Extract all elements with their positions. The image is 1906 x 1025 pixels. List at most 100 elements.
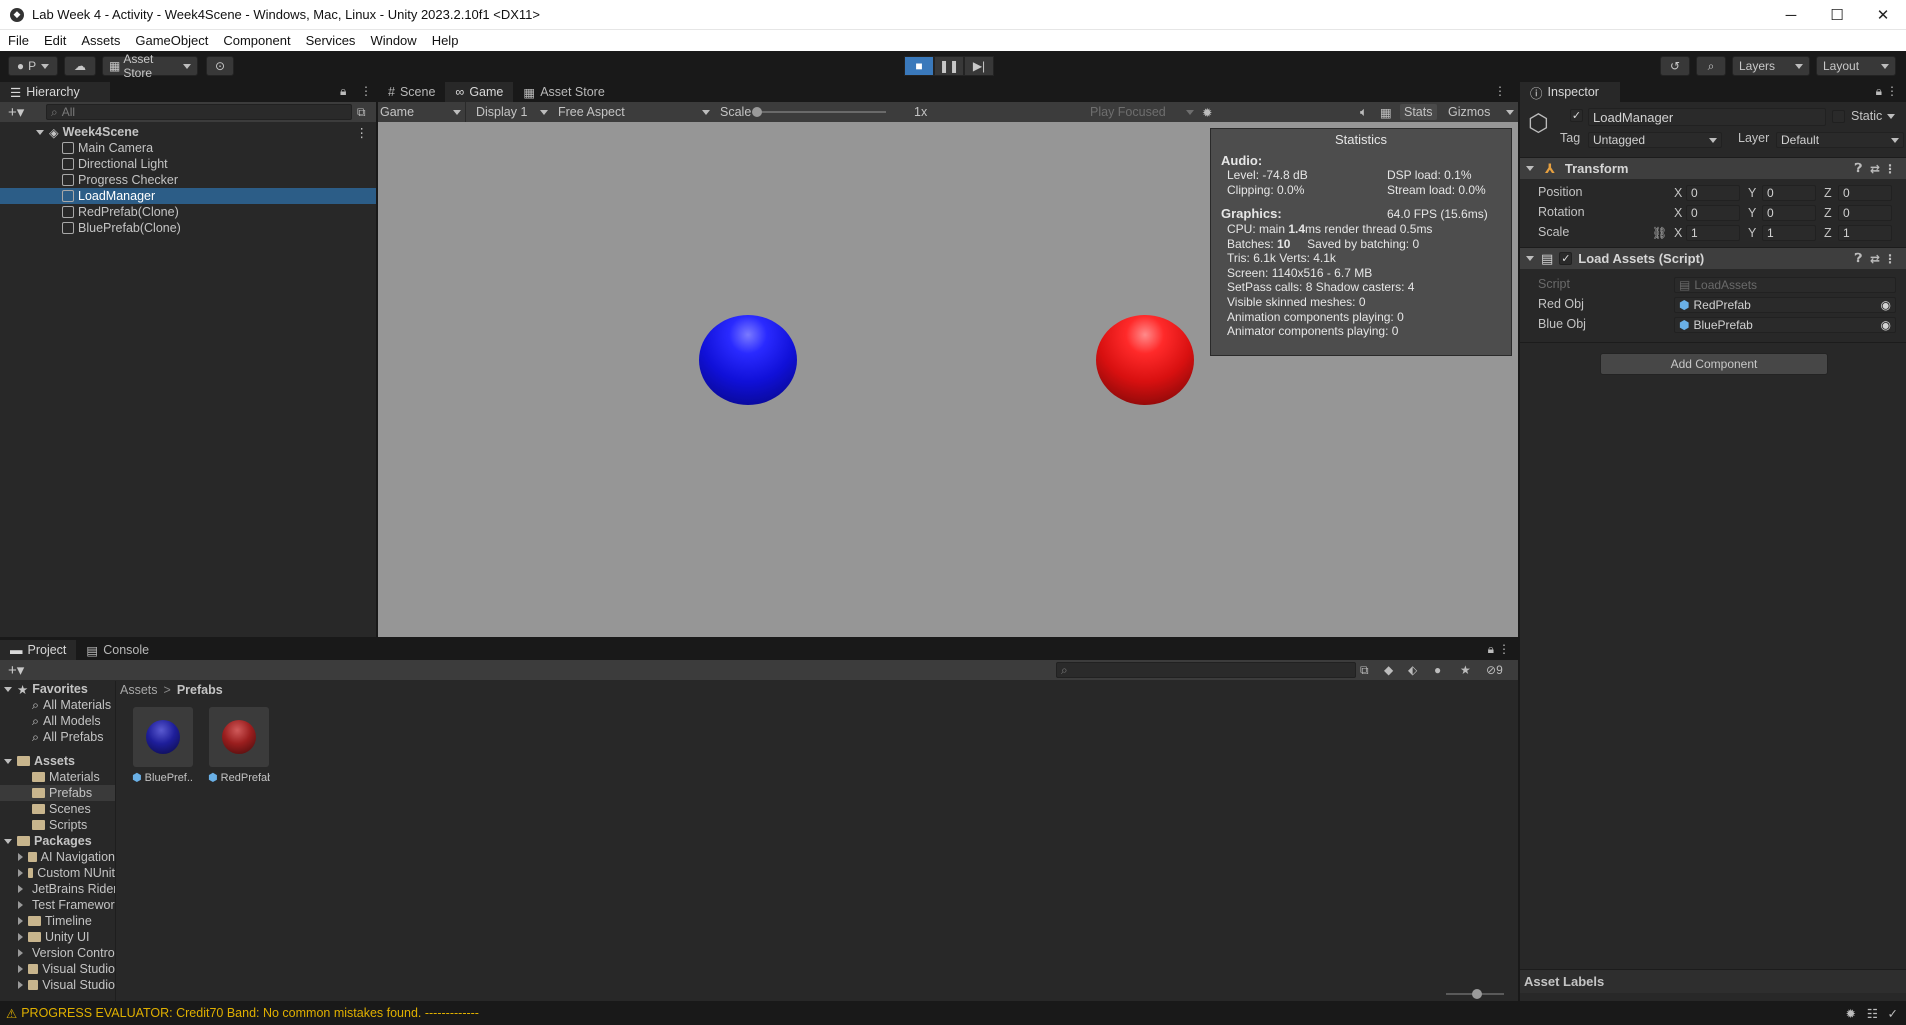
- package-item[interactable]: Unity UI: [0, 929, 115, 945]
- position-z-field[interactable]: 0: [1838, 185, 1892, 201]
- scale-slider-handle[interactable]: [752, 107, 762, 117]
- status-bar[interactable]: ⚠ PROGRESS EVALUATOR: Credit70 Band: No …: [0, 1001, 1906, 1025]
- favorite-item[interactable]: ⌕ All Models: [0, 713, 115, 729]
- component-enabled-checkbox[interactable]: ✓: [1559, 252, 1573, 265]
- folder-item[interactable]: Prefabs: [0, 785, 115, 801]
- more-options-icon[interactable]: ⋮: [360, 84, 372, 98]
- package-item[interactable]: Visual Studio: [0, 961, 115, 977]
- help-icon[interactable]: ❓︎: [1855, 161, 1862, 176]
- asset-labels-section[interactable]: Asset Labels: [1520, 969, 1906, 993]
- layout-dropdown[interactable]: Layout: [1816, 56, 1896, 76]
- hierarchy-item-progress-checker[interactable]: Progress Checker: [0, 172, 376, 188]
- layer-dropdown[interactable]: Default: [1776, 132, 1904, 148]
- tab-project[interactable]: ▬ Project: [0, 640, 77, 660]
- tab-asset-store[interactable]: ▦ Asset Store: [513, 82, 614, 102]
- search-by-type-icon[interactable]: ⧉: [1360, 663, 1369, 678]
- more-options-icon[interactable]: ⋮: [1884, 252, 1896, 266]
- hierarchy-item-redprefab-clone[interactable]: RedPrefab(Clone): [0, 204, 376, 220]
- object-name-field[interactable]: LoadManager: [1588, 108, 1826, 126]
- scene-visibility-icon[interactable]: ⧉: [357, 105, 366, 120]
- folder-item[interactable]: Scripts: [0, 817, 115, 833]
- add-icon[interactable]: +▾: [8, 103, 24, 121]
- hierarchy-search-input[interactable]: ⌕ All: [46, 104, 352, 120]
- hidden-packages-icon[interactable]: ⊘9: [1486, 663, 1503, 677]
- log-type-icon[interactable]: ●: [1434, 663, 1441, 677]
- menu-edit[interactable]: Edit: [44, 33, 66, 48]
- game-mode-dropdown[interactable]: Game: [380, 102, 466, 122]
- display-dropdown[interactable]: Display 1: [476, 102, 548, 122]
- folder-item[interactable]: Scenes: [0, 801, 115, 817]
- constrain-proportions-icon[interactable]: ⛓: [1652, 226, 1667, 240]
- hierarchy-item-main-camera[interactable]: Main Camera: [0, 140, 376, 156]
- expand-icon[interactable]: [18, 981, 23, 989]
- load-assets-header[interactable]: ▤ ✓ Load Assets (Script) ❓︎ ⇄ ⋮: [1520, 247, 1906, 269]
- static-checkbox[interactable]: [1832, 109, 1845, 123]
- layers-dropdown[interactable]: Layers: [1732, 56, 1810, 76]
- expand-icon[interactable]: [18, 933, 23, 941]
- audio-mute-icon[interactable]: 🔈︎: [1360, 105, 1368, 120]
- play-focused-dropdown[interactable]: Play Focused: [1090, 102, 1194, 122]
- aspect-dropdown[interactable]: Free Aspect: [558, 102, 710, 122]
- favorites-row[interactable]: ★ Favorites: [0, 681, 115, 697]
- add-icon[interactable]: +▾: [8, 661, 24, 679]
- expand-icon[interactable]: [18, 949, 23, 957]
- tag-icon[interactable]: ⬖: [1408, 663, 1417, 677]
- asset-blueprefab[interactable]: ⬢ BluePref...: [132, 707, 194, 784]
- package-item[interactable]: JetBrains Rider: [0, 881, 115, 897]
- rotation-z-field[interactable]: 0: [1838, 205, 1892, 221]
- transform-header[interactable]: ⅄ Transform ❓︎ ⇄ ⋮: [1520, 157, 1906, 179]
- tab-console[interactable]: ▤ Console: [76, 640, 159, 660]
- tag-dropdown[interactable]: Untagged: [1588, 132, 1722, 148]
- more-options-icon[interactable]: ⋮: [1886, 84, 1898, 98]
- position-x-field[interactable]: 0: [1686, 185, 1740, 201]
- blue-obj-field[interactable]: ⬢ BluePrefab ◉: [1674, 317, 1896, 333]
- pause-button[interactable]: ❚❚: [934, 56, 964, 76]
- menu-assets[interactable]: Assets: [81, 33, 120, 48]
- tab-scene[interactable]: # Scene: [378, 82, 445, 102]
- scale-slider[interactable]: [752, 107, 886, 117]
- expand-icon[interactable]: [18, 965, 23, 973]
- hierarchy-item-loadmanager[interactable]: LoadManager: [0, 188, 376, 204]
- grid-toggle-icon[interactable]: ▦: [1380, 105, 1392, 120]
- cloud-button[interactable]: ☁: [64, 56, 96, 76]
- stats-button[interactable]: Stats: [1400, 104, 1437, 120]
- packages-row[interactable]: Packages: [0, 833, 115, 849]
- lock-icon[interactable]: 🔒︎: [340, 84, 346, 99]
- more-options-icon[interactable]: ⋮: [1498, 642, 1510, 656]
- collapse-icon[interactable]: [1526, 166, 1534, 171]
- lock-icon[interactable]: 🔒︎: [1876, 84, 1882, 99]
- expand-icon[interactable]: [18, 869, 23, 877]
- cache-server-icon[interactable]: ☷: [1867, 1006, 1878, 1021]
- maximize-button[interactable]: ☐: [1814, 0, 1860, 30]
- tab-game[interactable]: ∞ Game: [445, 82, 514, 102]
- search-by-label-icon[interactable]: ◆: [1384, 663, 1393, 677]
- assets-row[interactable]: Assets: [0, 753, 115, 769]
- game-viewport[interactable]: Statistics Audio: Level: -74.8 dB DSP lo…: [378, 122, 1518, 638]
- menu-component[interactable]: Component: [223, 33, 290, 48]
- breadcrumb-prefabs[interactable]: Prefabs: [177, 683, 223, 697]
- more-options-icon[interactable]: ⋮: [1884, 162, 1896, 176]
- rotation-y-field[interactable]: 0: [1762, 205, 1816, 221]
- asset-store-button[interactable]: ▦ Asset Store: [102, 52, 198, 80]
- close-button[interactable]: ✕: [1860, 0, 1906, 30]
- red-obj-field[interactable]: ⬢ RedPrefab ◉: [1674, 297, 1896, 313]
- menu-help[interactable]: Help: [432, 33, 459, 48]
- thumbnail-size-slider[interactable]: [1446, 989, 1504, 999]
- lock-icon[interactable]: 🔒︎: [1488, 642, 1494, 657]
- tab-hierarchy[interactable]: ☰ Hierarchy: [0, 82, 110, 102]
- chevron-down-icon[interactable]: [1887, 113, 1896, 119]
- undo-history-button[interactable]: ↺: [1660, 56, 1690, 76]
- project-search-input[interactable]: ⌕: [1056, 662, 1356, 678]
- preset-icon[interactable]: ⇄: [1870, 252, 1880, 266]
- expand-icon[interactable]: [18, 901, 23, 909]
- object-picker-icon[interactable]: ◉: [1881, 298, 1891, 312]
- position-y-field[interactable]: 0: [1762, 185, 1816, 201]
- version-control-button[interactable]: ⊙: [206, 56, 234, 76]
- more-options-icon[interactable]: ⋮: [1494, 84, 1506, 98]
- hierarchy-item-blueprefab-clone[interactable]: BluePrefab(Clone): [0, 220, 376, 236]
- progress-check-icon[interactable]: ✓: [1888, 1006, 1898, 1021]
- more-options-icon[interactable]: ⋮: [356, 125, 369, 140]
- expand-icon[interactable]: [4, 838, 12, 844]
- add-component-button[interactable]: Add Component: [1600, 353, 1828, 375]
- expand-icon[interactable]: [18, 917, 23, 925]
